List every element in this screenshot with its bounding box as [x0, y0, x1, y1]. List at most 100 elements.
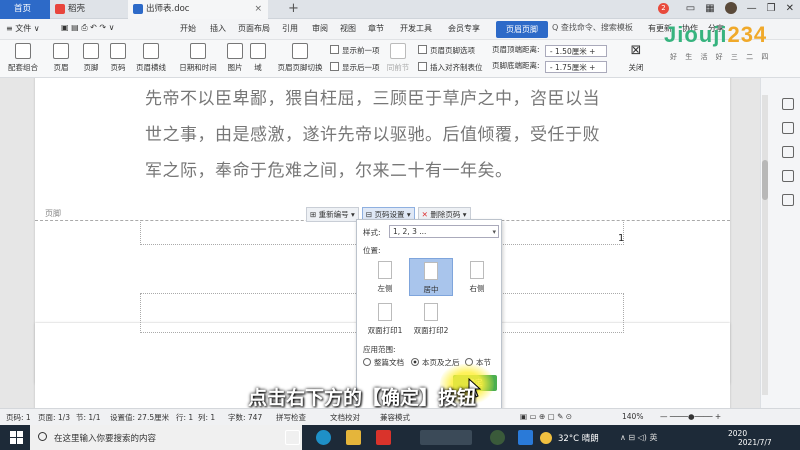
picture-button[interactable]: 图片 — [222, 43, 248, 73]
paragraph-line-3: 军之际，奉命于危难之间，尔来二十有一年矣。 — [145, 161, 513, 181]
weather-sun-icon — [540, 432, 552, 444]
menu-page-layout[interactable]: 页面布局 — [238, 23, 270, 34]
avatar[interactable] — [724, 2, 737, 14]
position-left[interactable]: 左侧 — [363, 258, 407, 296]
status-spell[interactable]: 拼写检查 — [276, 412, 306, 423]
footer-bottom-input[interactable]: - 1.75厘米 + — [544, 61, 607, 73]
page-number-button[interactable]: 页码 — [105, 43, 131, 73]
close-icon: ⊠ — [630, 43, 642, 58]
position-duplex-2[interactable]: 双面打印2 — [409, 300, 453, 338]
header-line-button[interactable]: 页眉横线 — [131, 43, 171, 73]
taskbar-search-placeholder: 在这里输入你要搜索的内容 — [54, 434, 157, 444]
windows-start-icon[interactable] — [10, 431, 23, 444]
view-mode-icons[interactable]: ▣ ▭ ⊕ ▢ ✎ ⊙ — [520, 412, 572, 421]
tray-icons[interactable]: ∧ ⊟ ◁) 英 — [620, 432, 657, 443]
chevron-down-icon: ▾ — [492, 228, 496, 236]
status-words[interactable]: 字数: 747 — [228, 412, 262, 423]
adjust-icon[interactable] — [782, 170, 794, 182]
tray-date: 2021/7/7 — [738, 438, 772, 447]
layout-icon[interactable]: ▭ — [686, 3, 695, 14]
position-center[interactable]: 居中 — [409, 258, 453, 296]
close-header-footer-button[interactable]: ⊠ 关闭 — [628, 43, 644, 73]
tab-docer[interactable]: 稻壳 — [50, 0, 125, 19]
renumber-button[interactable]: ⊞ 重新编号 ▾ — [306, 207, 359, 222]
show-previous-button[interactable]: 显示前一项 — [330, 45, 380, 56]
picture-icon — [227, 43, 243, 59]
input-method-icon[interactable] — [420, 430, 472, 445]
header-button[interactable]: 页眉 — [48, 43, 74, 73]
style-panel-icon[interactable] — [782, 98, 794, 110]
taskbar-search[interactable]: 在这里输入你要搜索的内容 — [30, 425, 302, 450]
header-footer-switch-button[interactable]: 页眉页脚切换 — [276, 43, 324, 73]
grid-icon[interactable]: ▦ — [705, 3, 714, 14]
new-tab-button[interactable]: + — [288, 1, 299, 16]
edge-icon[interactable] — [316, 430, 331, 445]
weather-text[interactable]: 32°C 晴朗 — [558, 432, 599, 444]
status-page: 页码: 1 — [6, 413, 31, 422]
position-right[interactable]: 右侧 — [455, 258, 499, 296]
header-top-label: 页眉顶端距离: — [492, 45, 540, 54]
tab-document[interactable]: 出师表.doc × — [128, 0, 268, 19]
header-line-icon — [143, 43, 159, 59]
file-explorer-icon[interactable] — [346, 430, 361, 445]
scope-label: 应用范围: — [363, 345, 396, 354]
menu-review[interactable]: 审阅 — [312, 23, 328, 34]
file-menu[interactable]: ≡ 文件 ∨ — [6, 23, 40, 34]
wps-icon[interactable] — [376, 430, 391, 445]
zoom-level[interactable]: 140% — [622, 412, 643, 421]
writer-doc-icon — [133, 4, 143, 14]
style-value: 1, 2, 3 ... — [393, 227, 427, 236]
quick-save-icon[interactable]: ▣ ▤ ⎙ ↶ ↷ ∨ — [61, 23, 115, 33]
page-duplex2-icon — [424, 303, 438, 321]
task-view-icon[interactable] — [285, 430, 300, 445]
status-compat: 兼容模式 — [380, 413, 410, 422]
header-footer-options-button[interactable]: 页眉页脚选项 — [418, 45, 475, 56]
datetime-button[interactable]: 日期和时间 — [178, 43, 218, 73]
pointer-icon[interactable] — [782, 146, 794, 158]
menu-start[interactable]: 开始 — [180, 23, 196, 34]
format-icon[interactable] — [782, 122, 794, 134]
menu-insert[interactable]: 插入 — [210, 23, 226, 34]
scrollbar-thumb[interactable] — [762, 160, 768, 200]
logo-text: Jiouji234 — [664, 22, 768, 47]
zoom-slider[interactable]: — ────●──── + — [660, 412, 721, 421]
header-top-input[interactable]: - 1.50厘米 + — [544, 45, 607, 57]
status-doc-check[interactable]: 文档校对 — [330, 412, 360, 423]
minimize-icon[interactable]: — — [747, 3, 757, 14]
same-as-previous-button[interactable]: 同前节 — [384, 43, 412, 73]
close-tab-icon[interactable]: × — [254, 0, 262, 19]
footer-icon — [83, 43, 99, 59]
menu-member[interactable]: 会员专享 — [448, 23, 480, 34]
show-next-button[interactable]: 显示后一项 — [330, 62, 380, 73]
app-icon[interactable] — [518, 430, 533, 445]
footer-label: 页脚 — [45, 209, 61, 218]
menu-view[interactable]: 视图 — [340, 23, 356, 34]
command-search[interactable]: Q 查找命令、搜索模板 — [552, 22, 633, 33]
footer-button[interactable]: 页脚 — [78, 43, 104, 73]
tab-document-label: 出师表.doc — [146, 4, 190, 14]
combo-button[interactable]: 配套组合 — [6, 43, 40, 73]
menu-header-footer[interactable]: 页眉页脚 — [496, 21, 548, 38]
close-window-icon[interactable]: ✕ — [786, 3, 794, 14]
channel-logo: Jiouji234 好 生 活 好 三 二 四 — [664, 22, 794, 74]
switch-icon — [292, 43, 308, 59]
menu-developer[interactable]: 开发工具 — [400, 23, 432, 34]
vertical-scrollbar[interactable] — [762, 95, 768, 395]
position-duplex-1[interactable]: 双面打印1 — [363, 300, 407, 338]
field-button[interactable]: 域 — [250, 43, 266, 73]
status-setting: 设置值: 27.5厘米 — [110, 413, 170, 422]
insert-align-tab-button[interactable]: 插入对齐制表位 — [418, 62, 483, 73]
scope-whole-document[interactable]: 整篇文档 — [363, 357, 404, 368]
style-select[interactable]: 1, 2, 3 ... ▾ — [389, 225, 499, 238]
backup-icon[interactable] — [782, 194, 794, 206]
position-label: 位置: — [363, 246, 381, 255]
status-bar: 页码: 1 页面: 1/3 节: 1/1 设置值: 27.5厘米 行: 1 列:… — [0, 408, 800, 425]
menu-chapter[interactable]: 章节 — [368, 23, 384, 34]
paragraph-line-1: 先帝不以臣卑鄙，猥自枉屈，三顾臣于草庐之中，咨臣以当 — [145, 89, 600, 109]
tab-home[interactable]: 首页 — [0, 0, 50, 19]
tray-year: 2020 — [728, 429, 748, 438]
wechat-icon[interactable] — [490, 430, 505, 445]
maximize-icon[interactable]: ❐ — [767, 3, 776, 14]
menu-references[interactable]: 引用 — [282, 23, 298, 34]
header-top-distance: 页眉顶端距离: - 1.50厘米 + — [492, 44, 607, 57]
